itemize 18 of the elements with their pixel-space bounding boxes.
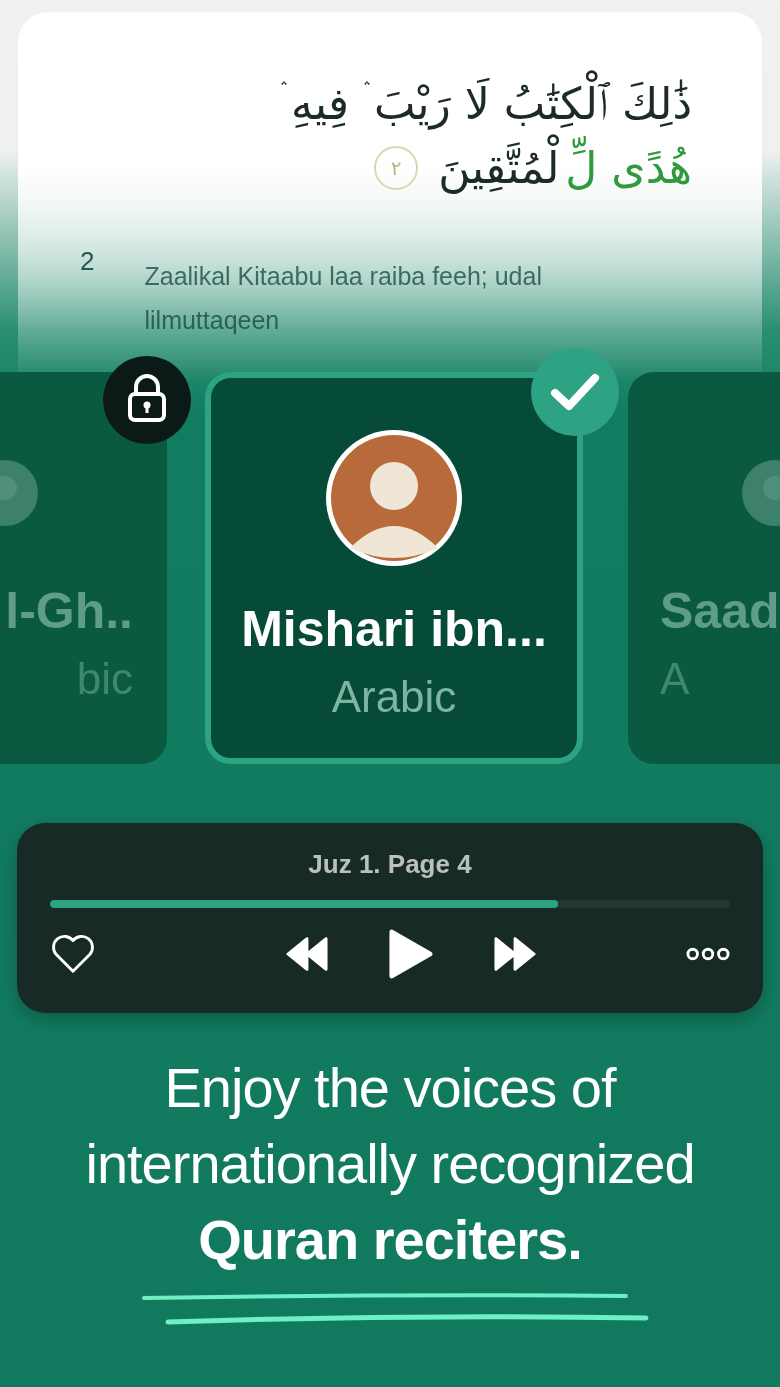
play-icon[interactable] xyxy=(388,928,434,980)
arabic-verse-text: هُدًى لِّ xyxy=(565,136,692,200)
arabic-verse-text: لْمُتَّقِينَ xyxy=(438,136,560,200)
track-title: Juz 1. Page 4 xyxy=(308,849,472,880)
progress-bar[interactable] xyxy=(50,900,730,908)
reciter-name: Mishari ibn... xyxy=(241,600,547,658)
reciter-name: Saad xyxy=(660,582,780,640)
more-icon[interactable] xyxy=(686,946,730,962)
tagline-text: Enjoy the voices of internationally recognized Quran reciters. xyxy=(84,1055,696,1273)
reciter-language: Arabic xyxy=(331,672,457,722)
reciter-card[interactable]: Mishari ibn... Arabic xyxy=(205,372,583,764)
checkmark-icon xyxy=(531,348,619,436)
heart-icon[interactable] xyxy=(50,933,96,975)
ayah-marker: ٢ xyxy=(374,146,419,190)
avatar-icon xyxy=(324,428,464,568)
reciter-name: l-Gh.. xyxy=(5,582,133,640)
verse-number: 2 xyxy=(80,246,95,278)
transliteration-text: Zaalikal Kitaabu laa raiba feeh; udal lilmuttaqeen xyxy=(144,261,543,336)
